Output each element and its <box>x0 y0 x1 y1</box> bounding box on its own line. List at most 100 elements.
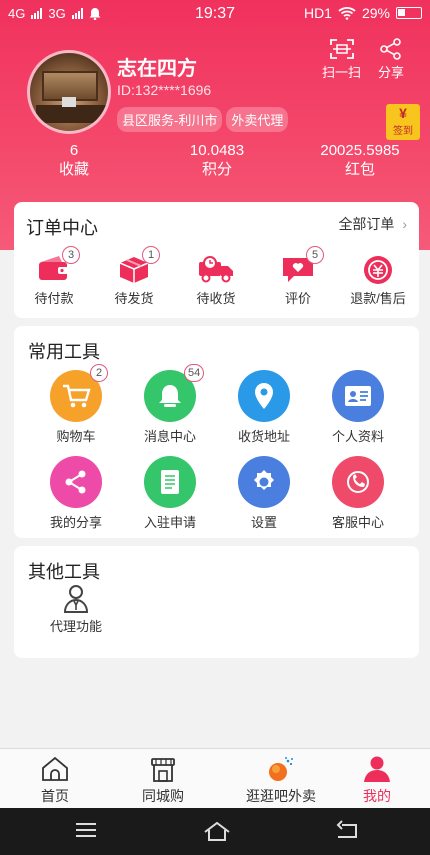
order-item-label: 退款/售后 <box>350 291 406 306</box>
battery-icon <box>396 7 422 19</box>
share-label: 分享 <box>378 65 405 80</box>
wifi-icon <box>338 7 356 20</box>
tab-label: 我的 <box>363 788 391 804</box>
system-navigation-bar <box>0 808 430 855</box>
all-orders-label: 全部订单 <box>338 216 395 232</box>
tool-apply[interactable]: 入驻申请 <box>130 456 210 531</box>
wallet-icon: 3 <box>34 246 80 288</box>
user-icon <box>364 756 390 782</box>
tab-label: 同城购 <box>142 788 184 804</box>
order-item-label: 待收货 <box>196 291 236 306</box>
share-icon-header <box>380 38 401 60</box>
tool-label: 个人资料 <box>331 429 384 444</box>
signin-button[interactable]: ¥ 签到 <box>386 104 420 140</box>
tool-my-share[interactable]: 我的分享 <box>36 456 116 531</box>
status-bar: 4G 3G 19:37 HD1 29% <box>0 0 430 28</box>
truck-icon <box>196 254 236 288</box>
user-id: ID:132****1696 <box>117 82 212 98</box>
user-tags: 县区服务-利川市 外卖代理 <box>117 107 289 132</box>
tool-address[interactable]: 收货地址 <box>224 370 304 445</box>
id-card-icon <box>332 370 384 422</box>
stat-points[interactable]: 10.0483 积分 <box>157 142 277 180</box>
tool-label: 代理功能 <box>49 619 102 634</box>
home-nav-icon[interactable] <box>202 820 232 842</box>
stat-redpacket[interactable]: 20025.5985 红包 <box>300 142 420 180</box>
badge-review: 5 <box>306 246 324 264</box>
tag-region: 县区服务-利川市 <box>117 107 223 132</box>
avatar[interactable] <box>27 50 111 134</box>
heart-chat-icon: 5 <box>278 246 324 288</box>
order-item-label: 待发货 <box>114 291 154 306</box>
badge-cart: 2 <box>90 364 108 382</box>
stat-value: 6 <box>69 142 79 159</box>
tool-agent[interactable]: 代理功能 <box>36 584 116 635</box>
gear-icon <box>238 456 290 508</box>
tool-label: 我的分享 <box>49 515 102 530</box>
location-icon <box>238 370 290 422</box>
back-icon[interactable] <box>334 820 360 842</box>
order-item-label: 待付款 <box>34 291 74 306</box>
tool-label: 消息中心 <box>143 429 196 444</box>
takeout-icon <box>269 757 293 781</box>
share-button[interactable]: 分享 <box>378 38 404 81</box>
tab-label: 首页 <box>41 788 69 804</box>
bell-icon: 54 <box>144 364 205 422</box>
hd-label: HD1 <box>303 5 332 21</box>
tool-customer-service[interactable]: i 客服中心 <box>318 456 398 531</box>
home-icon <box>42 756 68 781</box>
common-tools-card: 常用工具 2 购物车 54 消息中心 收货地址 个人资料 我的分享 入驻申请 设… <box>14 326 419 538</box>
tool-label: 入驻申请 <box>143 515 196 530</box>
all-orders-link[interactable]: 全部订单 › <box>338 214 407 234</box>
tab-local-shop[interactable]: 同城购 <box>118 755 208 806</box>
other-tools-title: 其他工具 <box>28 562 100 582</box>
order-item-review[interactable]: 5 评价 <box>258 246 338 307</box>
badge-pending-payment: 3 <box>62 246 80 264</box>
scan-icon <box>329 39 354 59</box>
cart-icon: 2 <box>50 364 108 422</box>
order-item-refund[interactable]: 退款/售后 <box>338 254 418 307</box>
tab-home[interactable]: 首页 <box>10 755 100 806</box>
order-item-pending-receipt[interactable]: 待收货 <box>176 254 256 307</box>
tab-takeout[interactable]: 逛逛吧外卖 <box>226 755 336 806</box>
stat-label: 积分 <box>201 161 232 178</box>
phone-icon: i <box>332 456 384 508</box>
scan-label: 扫一扫 <box>322 65 362 80</box>
tool-label: 收货地址 <box>237 429 290 444</box>
tool-label: 客服中心 <box>331 515 384 530</box>
order-item-pending-shipment[interactable]: 1 待发货 <box>94 246 174 307</box>
tag-role: 外卖代理 <box>226 107 289 132</box>
box-icon: 1 <box>114 246 160 288</box>
tab-mine[interactable]: 我的 <box>332 755 422 806</box>
stat-favorites[interactable]: 6 收藏 <box>14 142 134 180</box>
signin-label: 签到 <box>393 126 413 137</box>
menu-icon[interactable] <box>74 820 98 840</box>
chevron-right-icon: › <box>402 216 407 232</box>
bottom-tab-bar: 首页 同城购 逛逛吧外卖 我的 <box>0 748 430 808</box>
tool-settings[interactable]: 设置 <box>224 456 304 531</box>
stat-label: 红包 <box>344 161 375 178</box>
tool-label: 购物车 <box>56 429 96 444</box>
tool-messages[interactable]: 54 消息中心 <box>130 364 210 445</box>
username: 志在四方 <box>117 58 197 80</box>
badge-pending-shipment: 1 <box>142 246 160 264</box>
tab-label: 逛逛吧外卖 <box>246 788 316 804</box>
agent-icon <box>61 584 91 616</box>
store-icon <box>151 758 175 782</box>
signin-icon: ¥ <box>399 105 407 121</box>
share-icon <box>50 456 102 508</box>
stat-label: 收藏 <box>58 161 89 178</box>
common-tools-title: 常用工具 <box>28 342 100 362</box>
other-tools-card: 其他工具 代理功能 <box>14 546 419 658</box>
tool-label: 设置 <box>250 515 277 530</box>
refund-icon <box>358 254 398 288</box>
tool-cart[interactable]: 2 购物车 <box>36 364 116 445</box>
battery-percent: 29% <box>361 5 390 21</box>
order-item-pending-payment[interactable]: 3 待付款 <box>14 246 94 307</box>
order-item-label: 评价 <box>284 291 311 306</box>
stat-value: 10.0483 <box>189 142 245 159</box>
badge-messages: 54 <box>184 364 205 382</box>
order-center-title: 订单中心 <box>26 218 98 238</box>
stat-value: 20025.5985 <box>320 142 400 159</box>
tool-profile[interactable]: 个人资料 <box>318 370 398 445</box>
scan-button[interactable]: 扫一扫 <box>322 38 361 81</box>
